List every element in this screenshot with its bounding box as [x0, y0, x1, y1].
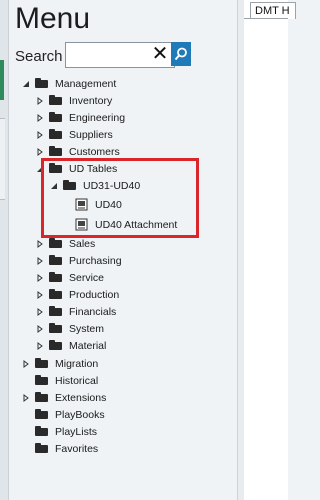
- tree-item-playlists[interactable]: PlayLists: [21, 423, 97, 440]
- tree-item-label: Material: [69, 339, 107, 352]
- tree-item-label: Extensions: [55, 391, 107, 404]
- collapsed-triangle-icon[interactable]: [21, 393, 31, 403]
- tree-item-service[interactable]: Service: [35, 269, 104, 286]
- folder-icon: [49, 272, 63, 283]
- right-content-panel: [244, 0, 288, 500]
- folder-icon: [49, 323, 63, 334]
- expanded-triangle-icon[interactable]: [21, 79, 31, 89]
- tree-item-label: System: [69, 322, 105, 335]
- tree-item-label: Sales: [69, 237, 96, 250]
- tree-item-inventory[interactable]: Inventory: [35, 92, 112, 109]
- folder-icon: [49, 95, 63, 106]
- collapsed-triangle-icon[interactable]: [35, 96, 45, 106]
- tree-item-label: Migration: [55, 357, 99, 370]
- folder-icon: [35, 78, 49, 89]
- search-icon: [174, 47, 187, 61]
- collapsed-triangle-icon[interactable]: [35, 239, 45, 249]
- tree-item-label: PlayLists: [55, 425, 98, 438]
- tab-dmt[interactable]: DMT H: [250, 2, 296, 19]
- menu-title: Menu: [15, 2, 91, 35]
- folder-icon: [49, 340, 63, 351]
- folder-icon: [49, 112, 63, 123]
- tree-item-production[interactable]: Production: [35, 286, 119, 303]
- collapsed-triangle-icon[interactable]: [35, 273, 45, 283]
- tree-item-favorites[interactable]: Favorites: [21, 440, 98, 457]
- tree-item-migration[interactable]: Migration: [21, 355, 98, 372]
- tree-item-label: Service: [69, 271, 105, 284]
- tree-item-suppliers[interactable]: Suppliers: [35, 126, 113, 143]
- collapsed-triangle-icon[interactable]: [35, 256, 45, 266]
- folder-icon: [35, 409, 49, 420]
- tree-item-playbooks[interactable]: PlayBooks: [21, 406, 105, 423]
- tree-item-management[interactable]: Management: [21, 75, 116, 92]
- highlight-box: [41, 158, 199, 238]
- folder-icon: [49, 306, 63, 317]
- collapsed-triangle-icon[interactable]: [35, 307, 45, 317]
- folder-icon: [49, 255, 63, 266]
- folder-icon: [35, 375, 49, 386]
- tree-item-label: Inventory: [69, 94, 113, 107]
- tree-item-label: Management: [55, 77, 117, 90]
- tree-item-label: Customers: [69, 145, 120, 158]
- tree-item-label: Favorites: [55, 442, 99, 455]
- collapsed-triangle-icon[interactable]: [35, 341, 45, 351]
- search-button[interactable]: [171, 42, 191, 66]
- tree-item-label: Financials: [69, 305, 117, 318]
- folder-icon: [35, 392, 49, 403]
- folder-icon: [49, 238, 63, 249]
- tree-item-label: Suppliers: [69, 128, 113, 141]
- tree-item-label: PlayBooks: [55, 408, 105, 421]
- left-edge-strip: [0, 0, 9, 500]
- tree-item-label: Production: [69, 288, 120, 301]
- collapsed-triangle-icon[interactable]: [35, 113, 45, 123]
- tree-item-financials[interactable]: Financials: [35, 303, 116, 320]
- tree-item-historical[interactable]: Historical: [21, 372, 98, 389]
- folder-icon: [49, 146, 63, 157]
- folder-icon: [35, 358, 49, 369]
- collapsed-triangle-icon[interactable]: [35, 147, 45, 157]
- folder-icon: [35, 426, 49, 437]
- left-strip-accent: [0, 60, 4, 100]
- tree-item-label: Historical: [55, 374, 99, 387]
- collapsed-triangle-icon[interactable]: [35, 324, 45, 334]
- collapsed-triangle-icon[interactable]: [35, 290, 45, 300]
- folder-icon: [49, 289, 63, 300]
- left-strip-segment: [0, 118, 5, 200]
- collapsed-triangle-icon[interactable]: [21, 359, 31, 369]
- clear-search-icon[interactable]: ✕: [151, 42, 169, 66]
- tree-item-label: Purchasing: [69, 254, 122, 267]
- search-label: Search: [15, 48, 63, 65]
- tree-item-material[interactable]: Material: [35, 337, 106, 354]
- folder-icon: [49, 129, 63, 140]
- folder-icon: [35, 443, 49, 454]
- panel-splitter[interactable]: [237, 0, 244, 500]
- menu-panel: Menu Search ✕ Management Inventory Engin…: [9, 0, 237, 500]
- tree-item-engineering[interactable]: Engineering: [35, 109, 125, 126]
- tree-item-purchasing[interactable]: Purchasing: [35, 252, 122, 269]
- collapsed-triangle-icon[interactable]: [35, 130, 45, 140]
- tree-item-system[interactable]: System: [35, 320, 104, 337]
- tab-underline: [244, 18, 288, 19]
- tree-item-label: Engineering: [69, 111, 126, 124]
- tree-item-extensions[interactable]: Extensions: [21, 389, 106, 406]
